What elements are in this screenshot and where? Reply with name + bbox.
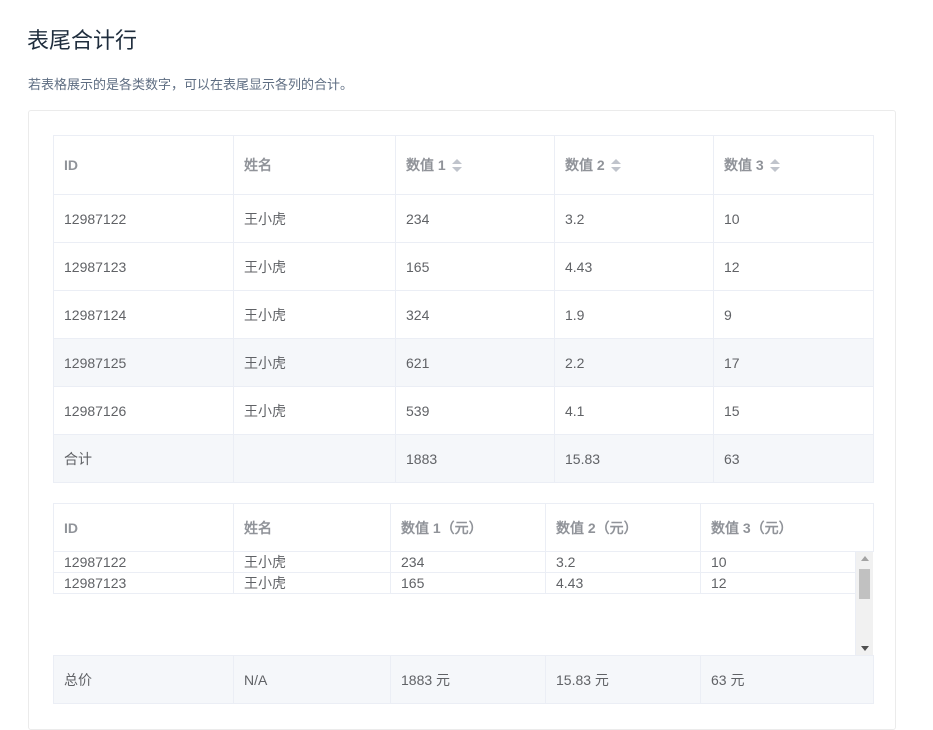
footer-cell-name: N/A (233, 655, 391, 704)
cell-value1: 539 (395, 386, 555, 435)
table-row-hovered[interactable]: 12987125 王小虎 621 2.2 17 (53, 338, 874, 387)
cell-id: 12987122 (53, 194, 234, 243)
cell-value2: 1.9 (554, 290, 714, 339)
column-header-name: 姓名 (233, 135, 396, 195)
cell-value3: 9 (713, 290, 874, 339)
cell-value1: 324 (395, 290, 555, 339)
cell-value1: 165 (390, 572, 546, 594)
column-header-id: ID (53, 135, 234, 195)
cell-value1: 234 (390, 552, 546, 573)
footer-sum-value2: 15.83 元 (545, 655, 701, 704)
cell-name: 王小虎 (233, 572, 391, 594)
cell-value3: 12 (713, 242, 874, 291)
cell-value1: 621 (395, 338, 555, 387)
cell-id: 12987123 (53, 242, 234, 291)
table-body: 12987122 王小虎 234 3.2 10 12987123 王小虎 165… (53, 552, 856, 594)
cell-value3: 15 (713, 386, 874, 435)
column-header-value1: 数值 1（元） (390, 503, 546, 552)
table-footer-row: 总价 N/A 1883 元 15.83 元 63 元 (53, 655, 874, 704)
cell-value2: 4.43 (545, 572, 701, 594)
table-row[interactable]: 12987126 王小虎 539 4.1 15 (53, 386, 874, 435)
sort-caret-icon[interactable] (451, 159, 462, 173)
footer-label: 总价 (53, 655, 234, 704)
table-row[interactable]: 12987123 王小虎 165 4.43 12 (53, 242, 874, 291)
cell-id: 12987126 (53, 386, 234, 435)
footer-cell-name (233, 434, 396, 483)
cell-value3: 10 (700, 552, 856, 573)
table-row[interactable]: 12987124 王小虎 324 1.9 9 (53, 290, 874, 339)
scroll-up-arrow-icon[interactable] (861, 556, 869, 561)
cell-value2: 4.43 (554, 242, 714, 291)
footer-sum-value3: 63 元 (700, 655, 874, 704)
column-header-value2[interactable]: 数值 2 (554, 135, 714, 195)
column-header-name: 姓名 (233, 503, 391, 552)
cell-value2: 3.2 (554, 194, 714, 243)
column-header-value3: 数值 3（元） (700, 503, 874, 552)
cell-value3: 10 (713, 194, 874, 243)
table-footer-row: 合计 1883 15.83 63 (53, 434, 874, 483)
table-header: ID 姓名 数值 1（元） 数值 2（元） 数值 3（元） (53, 503, 874, 552)
column-header-id: ID (53, 503, 234, 552)
footer-sum-value2: 15.83 (554, 434, 714, 483)
cell-id: 12987123 (53, 572, 234, 594)
column-header-value2: 数值 2（元） (545, 503, 701, 552)
column-header-value3[interactable]: 数值 3 (713, 135, 874, 195)
footer-sum-value1: 1883 (395, 434, 555, 483)
table-row[interactable]: 12987123 王小虎 165 4.43 12 (53, 572, 856, 594)
cell-value2: 3.2 (545, 552, 701, 573)
cell-value3: 12 (700, 572, 856, 594)
cell-value2: 2.2 (554, 338, 714, 387)
cell-name: 王小虎 (233, 242, 396, 291)
vertical-scrollbar[interactable] (855, 552, 873, 655)
table-row[interactable]: 12987122 王小虎 234 3.2 10 (53, 194, 874, 243)
table-footer: 总价 N/A 1883 元 15.83 元 63 元 (53, 655, 874, 704)
sort-caret-icon[interactable] (610, 159, 621, 173)
page-description: 若表格展示的是各类数字，可以在表尾显示各列的合计。 (28, 77, 354, 92)
cell-name: 王小虎 (233, 290, 396, 339)
table-header-row: ID 姓名 数值 1 数值 2 数值 3 (53, 135, 874, 195)
table-header-row: ID 姓名 数值 1（元） 数值 2（元） 数值 3（元） (53, 503, 874, 552)
scroll-down-arrow-icon[interactable] (861, 646, 869, 651)
footer-label: 合计 (53, 434, 234, 483)
table-body-scroll-area[interactable]: 12987122 王小虎 234 3.2 10 12987123 王小虎 165… (53, 552, 873, 655)
custom-summary-table: ID 姓名 数值 1（元） 数值 2（元） 数值 3（元） 12987122 王… (53, 503, 874, 704)
summary-table: ID 姓名 数值 1 数值 2 数值 3 12987122 王小虎 234 3.… (53, 135, 874, 483)
cell-name: 王小虎 (233, 338, 396, 387)
scrollbar-thumb[interactable] (859, 569, 870, 599)
cell-name: 王小虎 (233, 386, 396, 435)
cell-id: 12987125 (53, 338, 234, 387)
table-row[interactable]: 12987122 王小虎 234 3.2 10 (53, 552, 856, 573)
cell-id: 12987122 (53, 552, 234, 573)
sort-caret-icon[interactable] (769, 159, 780, 173)
footer-sum-value3: 63 (713, 434, 874, 483)
column-header-value1[interactable]: 数值 1 (395, 135, 555, 195)
cell-value3: 17 (713, 338, 874, 387)
footer-sum-value1: 1883 元 (390, 655, 546, 704)
cell-name: 王小虎 (233, 194, 396, 243)
cell-value2: 4.1 (554, 386, 714, 435)
cell-value1: 165 (395, 242, 555, 291)
cell-id: 12987124 (53, 290, 234, 339)
cell-name: 王小虎 (233, 552, 391, 573)
page-title: 表尾合计行 (27, 28, 138, 53)
cell-value1: 234 (395, 194, 555, 243)
